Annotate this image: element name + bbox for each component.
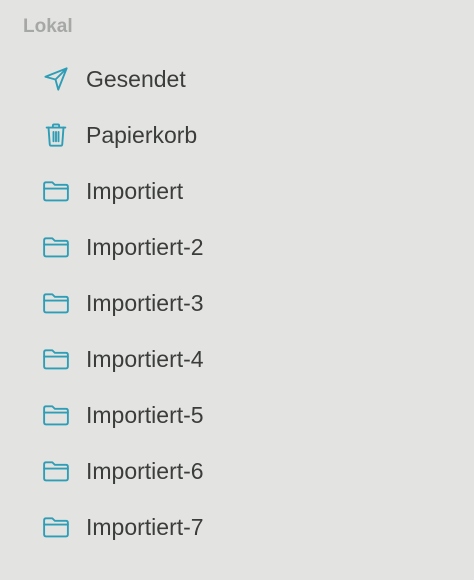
folder-icon (40, 511, 72, 543)
folder-item-importiert-4[interactable]: Importiert-4 (0, 331, 474, 387)
folder-label: Importiert-6 (86, 458, 204, 484)
folder-icon (40, 231, 72, 263)
folder-item-importiert-3[interactable]: Importiert-3 (0, 275, 474, 331)
folder-label: Importiert-3 (86, 290, 204, 316)
folder-label: Importiert (86, 178, 184, 204)
folder-icon (40, 455, 72, 487)
trash-icon (40, 119, 72, 151)
section-header-lokal[interactable]: Lokal (23, 14, 474, 39)
folder-icon (40, 343, 72, 375)
folder-label: Importiert-4 (86, 346, 204, 372)
folder-item-importiert-7[interactable]: Importiert-7 (0, 499, 474, 555)
folder-icon (40, 287, 72, 319)
folder-label: Papierkorb (86, 122, 198, 148)
folder-label: Gesendet (86, 66, 186, 92)
mail-sidebar: Lokal Gesendet Papierkorb Importiert Imp… (0, 0, 474, 580)
folder-icon (40, 399, 72, 431)
folder-label: Importiert-7 (86, 514, 204, 540)
folder-item-papierkorb[interactable]: Papierkorb (0, 107, 474, 163)
folder-item-importiert-5[interactable]: Importiert-5 (0, 387, 474, 443)
folder-item-gesendet[interactable]: Gesendet (0, 51, 474, 107)
paper-plane-icon (40, 63, 72, 95)
folder-item-importiert-2[interactable]: Importiert-2 (0, 219, 474, 275)
folder-icon (40, 175, 72, 207)
folder-item-importiert-6[interactable]: Importiert-6 (0, 443, 474, 499)
folder-item-importiert[interactable]: Importiert (0, 163, 474, 219)
folder-label: Importiert-5 (86, 402, 204, 428)
folder-label: Importiert-2 (86, 234, 204, 260)
folder-list: Gesendet Papierkorb Importiert Importier… (0, 51, 474, 555)
